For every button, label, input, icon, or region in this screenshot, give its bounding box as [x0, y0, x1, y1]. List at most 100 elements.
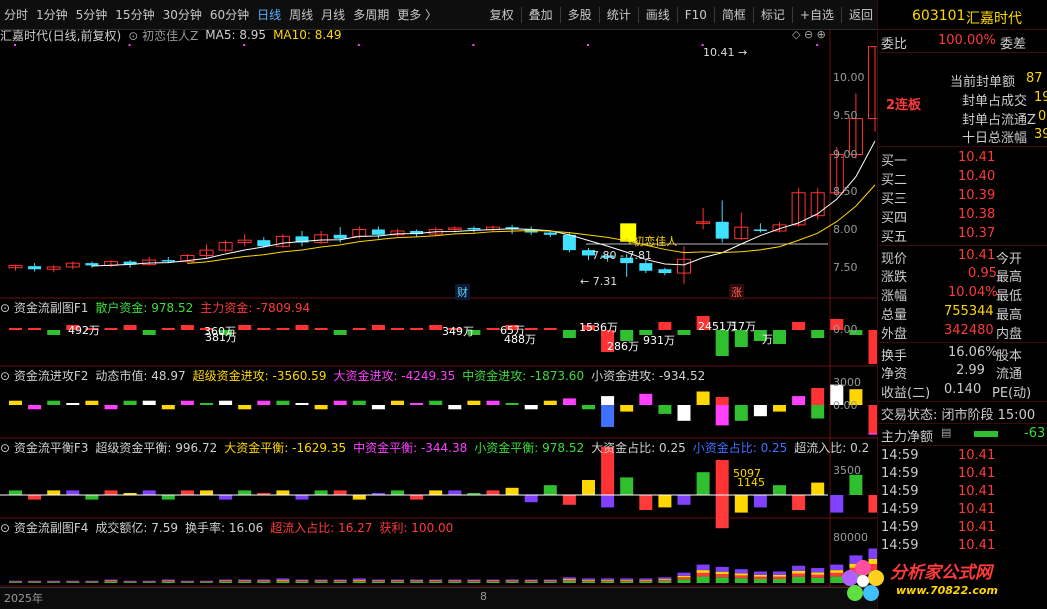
attack-bar — [276, 400, 290, 405]
volume-bar — [582, 580, 595, 582]
volume-bar — [161, 579, 175, 581]
attack-bar — [28, 405, 42, 410]
volume-bar — [238, 581, 252, 583]
panel1-value-label: 1536万 — [579, 321, 618, 334]
attack-bar — [180, 400, 194, 405]
attack-bar — [200, 403, 213, 405]
flow-bar — [391, 328, 404, 330]
balance-bar — [792, 495, 806, 510]
candle-body — [467, 227, 481, 230]
volume-bar — [734, 569, 748, 574]
volume-bar — [104, 581, 118, 582]
small-balance: 小资金平衡: 978.52 — [474, 440, 585, 455]
volume-bar — [66, 580, 80, 582]
volume-bar — [543, 581, 557, 582]
volume-bar — [792, 576, 806, 583]
mid-balance: 中资金平衡: -344.38 — [353, 440, 468, 455]
cai-marker[interactable]: 财 — [455, 284, 470, 300]
panel3-name[interactable]: ⊙ 资金流平衡F3 — [0, 439, 88, 456]
candle-body — [753, 229, 767, 231]
volume-bar — [639, 581, 653, 583]
flow-bar — [410, 328, 424, 330]
bid-row[interactable]: 买三 10.39 — [878, 188, 1047, 207]
small-attack: 小资金进攻: -934.52 — [591, 368, 706, 383]
volume-bar — [429, 581, 443, 583]
volume-bar — [66, 582, 80, 583]
attack-bar — [811, 388, 825, 405]
volume-bar — [658, 578, 672, 580]
volume-bar — [562, 580, 576, 583]
balance-bar — [486, 490, 500, 495]
weicha-label: 委差 — [1000, 37, 1027, 52]
volume-bar — [333, 579, 347, 581]
panel1-header: ⊙ 资金流副图F1 散户资金: 978.52 主力资金: -7809.94 — [0, 299, 317, 315]
balance-bar — [352, 495, 366, 500]
volume-bar — [238, 580, 252, 582]
volume-bar — [410, 581, 424, 582]
month-marker: 8 — [480, 590, 487, 603]
balance-bar — [410, 495, 424, 500]
balance-bar — [753, 495, 767, 508]
panel2-name[interactable]: ⊙ 资金流进攻F2 — [0, 367, 88, 384]
panel4-name[interactable]: ⊙ 资金流副图F4 — [0, 519, 88, 536]
price-label: 8.50 — [833, 185, 858, 198]
seal-row: 当前封单额 87 — [878, 71, 1047, 90]
volume-bar — [161, 581, 175, 583]
seal-label: 十日总涨幅 — [962, 131, 1028, 146]
volume-bar — [257, 579, 271, 581]
tick-row: 14:59 10.41 — [881, 502, 996, 517]
flow-bar — [562, 330, 576, 338]
kline-chart[interactable] — [0, 0, 877, 587]
quote-row: 收益(二) 0.140 PE(动) — [881, 382, 1032, 401]
volume-bar — [601, 578, 615, 580]
volume-bar — [391, 581, 404, 583]
net-flow-row: 主力净额 ▤ -63 — [878, 426, 1047, 445]
flow-bar — [371, 325, 385, 330]
flow-bar — [773, 330, 786, 344]
volume-bar — [620, 579, 634, 581]
panel2-name-text: 资金流进攻F2 — [13, 368, 89, 383]
bid-price: 10.40 — [958, 169, 996, 184]
volume-bar — [734, 573, 748, 576]
bid-row[interactable]: 买一 10.41 — [878, 150, 1047, 169]
balance-bar — [830, 495, 844, 513]
chart-title: 汇嘉时代(日线,前复权) — [0, 28, 122, 43]
volume-bar — [295, 580, 309, 582]
volume-bar — [391, 581, 404, 582]
volume-bar — [333, 581, 347, 583]
bid-row[interactable]: 买二 10.40 — [878, 169, 1047, 188]
volume-bar — [9, 582, 22, 583]
zhang-marker[interactable]: 涨 — [729, 284, 744, 300]
list-icon[interactable]: ▤ — [941, 426, 951, 439]
panel1-name[interactable]: ⊙ 资金流副图F1 — [0, 299, 88, 316]
volume-bar — [257, 580, 271, 582]
volume-bar — [524, 580, 538, 582]
flow-bar — [104, 328, 118, 330]
volume-bar — [601, 580, 615, 582]
super-balance: 超级资金平衡: 996.72 — [95, 440, 218, 455]
bid-row[interactable]: 买四 10.38 — [878, 207, 1047, 226]
bid-row[interactable]: 买五 10.37 — [878, 226, 1047, 245]
volume-bar — [28, 580, 42, 582]
ma-lines — [14, 44, 876, 267]
panel1-name-text: 资金流副图F1 — [13, 300, 89, 315]
super-attack: 超级资金进攻: -3560.59 — [192, 368, 327, 383]
indicator-name[interactable]: ⊙ 初恋佳人Z — [128, 27, 198, 44]
signal-dot — [14, 44, 16, 46]
attack-bar — [562, 398, 576, 405]
volume-bar — [753, 571, 767, 575]
signal-dot — [243, 44, 246, 46]
volume-bar — [582, 579, 595, 581]
balance-bar — [314, 490, 328, 495]
chart-settings-icon[interactable]: ◇ ⊖ ⊕ — [792, 28, 826, 41]
flow-bar — [524, 328, 538, 330]
volume-bar — [429, 581, 443, 582]
attack-bar — [792, 396, 806, 405]
volume-bar — [314, 581, 328, 582]
volume-bar — [753, 578, 767, 583]
volume-bar — [371, 580, 385, 582]
volume-bar — [505, 579, 519, 581]
volume-bar — [486, 581, 500, 582]
weibi-label: 委比 — [881, 37, 908, 52]
signal-dot — [357, 44, 360, 46]
